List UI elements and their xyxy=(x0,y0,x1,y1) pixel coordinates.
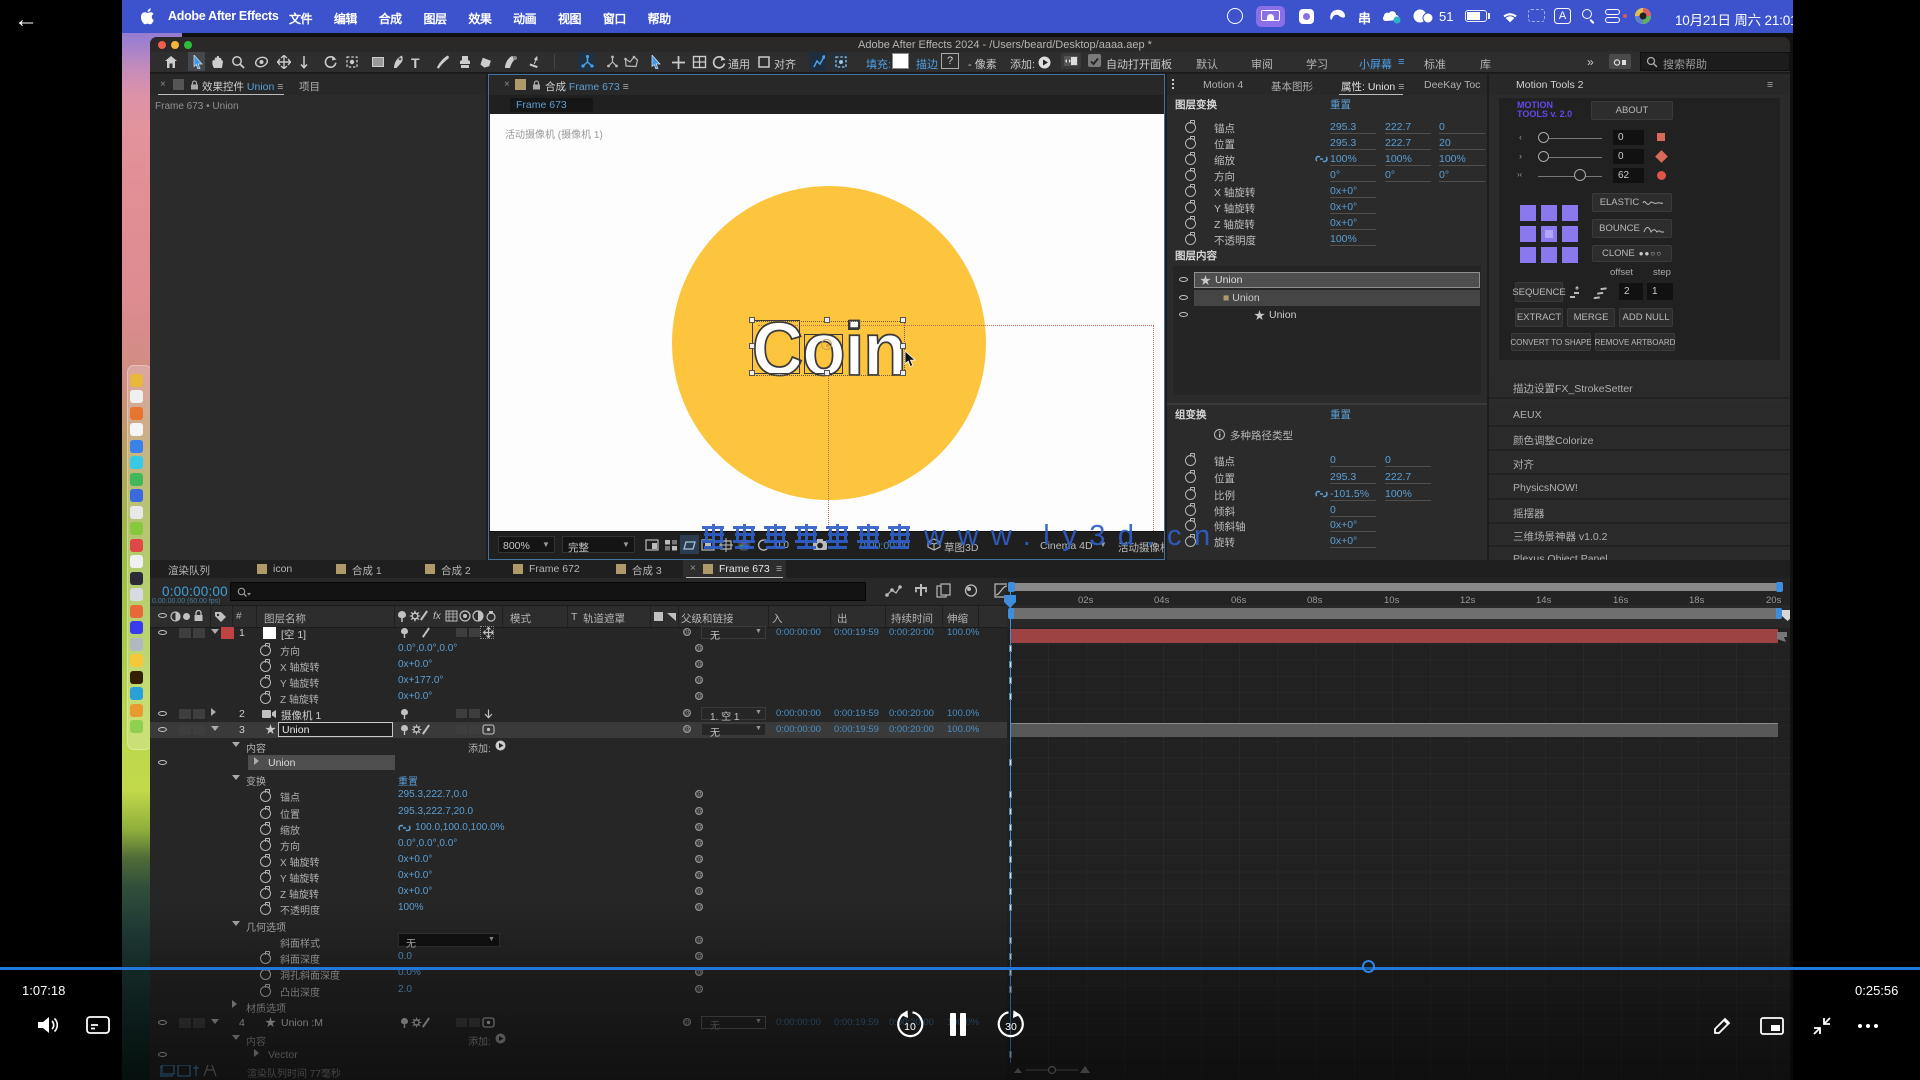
svg-text:30: 30 xyxy=(1005,1021,1017,1033)
svg-text:10: 10 xyxy=(904,1021,916,1033)
